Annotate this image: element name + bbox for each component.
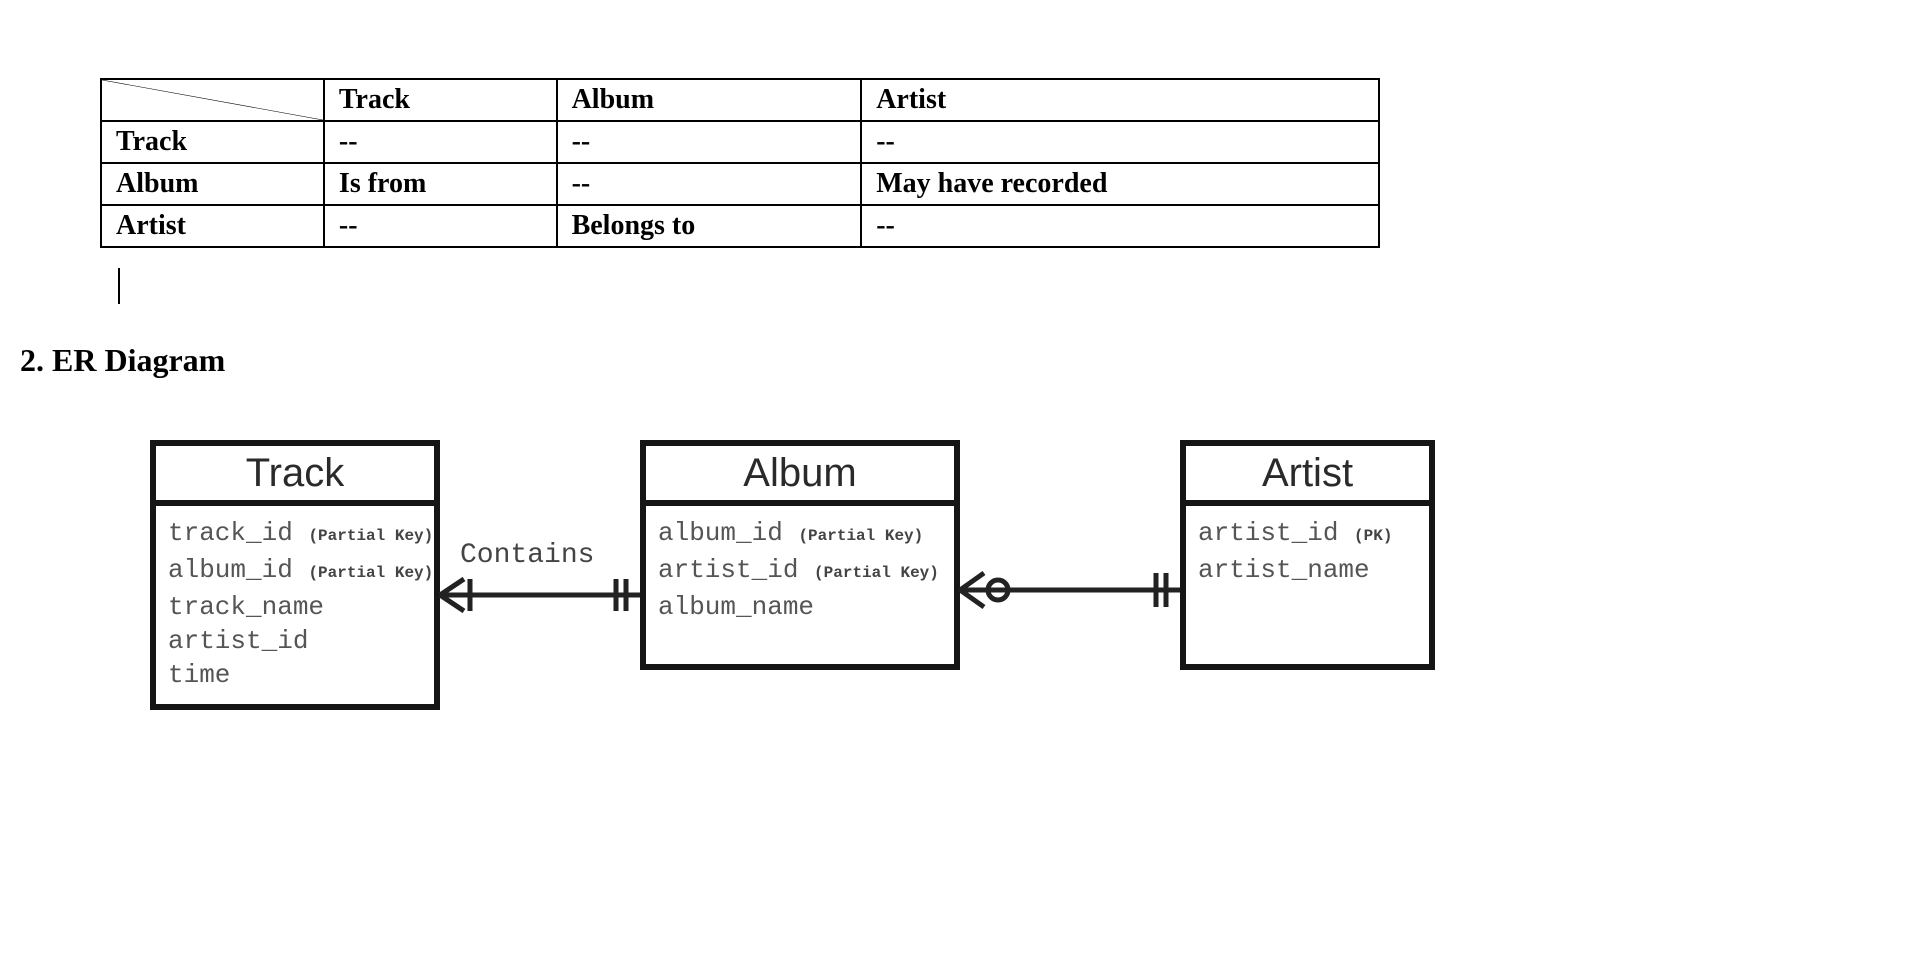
matrix-cell: May have recorded: [861, 163, 1379, 205]
entity-attr: album_name: [658, 590, 942, 624]
entity-attr: artist_id (Partial Key): [658, 553, 942, 590]
entity-body: artist_id (PK) artist_name: [1186, 506, 1429, 597]
entity-body: track_id (Partial Key) album_id (Partial…: [156, 506, 434, 702]
entity-title: Album: [646, 446, 954, 506]
relationship-matrix: Track Album Artist Track -- -- -- Album …: [100, 78, 1380, 248]
matrix-row-header: Artist: [101, 205, 324, 247]
entity-title: Track: [156, 446, 434, 506]
entity-artist: Artist artist_id (PK) artist_name: [1180, 440, 1435, 670]
entity-attr: album_id (Partial Key): [658, 516, 942, 553]
matrix-col-header: Album: [557, 79, 862, 121]
connector-contains: [440, 575, 640, 615]
er-diagram: Track track_id (Partial Key) album_id (P…: [150, 440, 1435, 740]
page: Track Album Artist Track -- -- -- Album …: [0, 0, 1924, 977]
entity-attr: album_id (Partial Key): [168, 553, 422, 590]
text-cursor-icon: [118, 268, 120, 304]
matrix-cell: --: [557, 121, 862, 163]
entity-title: Artist: [1186, 446, 1429, 506]
matrix-cell: Is from: [324, 163, 557, 205]
matrix-cell: --: [324, 121, 557, 163]
entity-album: Album album_id (Partial Key) artist_id (…: [640, 440, 960, 670]
matrix-cell: Belongs to: [557, 205, 862, 247]
entity-attr: time: [168, 658, 422, 692]
entity-attr: artist_id (PK): [1198, 516, 1417, 553]
matrix-corner: [101, 79, 324, 121]
section-heading: 2. ER Diagram: [20, 342, 225, 379]
matrix-col-header: Artist: [861, 79, 1379, 121]
entity-attr: artist_id: [168, 624, 422, 658]
matrix-col-header: Track: [324, 79, 557, 121]
matrix-cell: --: [557, 163, 862, 205]
entity-track: Track track_id (Partial Key) album_id (P…: [150, 440, 440, 710]
relationship-label: Contains: [460, 540, 594, 571]
matrix-cell: --: [861, 121, 1379, 163]
matrix-row-header: Track: [101, 121, 324, 163]
matrix-cell: --: [861, 205, 1379, 247]
entity-attr: track_name: [168, 590, 422, 624]
entity-attr: artist_name: [1198, 553, 1417, 587]
entity-attr: track_id (Partial Key): [168, 516, 422, 553]
connector-belongs-to: [960, 565, 1180, 615]
matrix-row-header: Album: [101, 163, 324, 205]
entity-body: album_id (Partial Key) artist_id (Partia…: [646, 506, 954, 634]
matrix-cell: --: [324, 205, 557, 247]
